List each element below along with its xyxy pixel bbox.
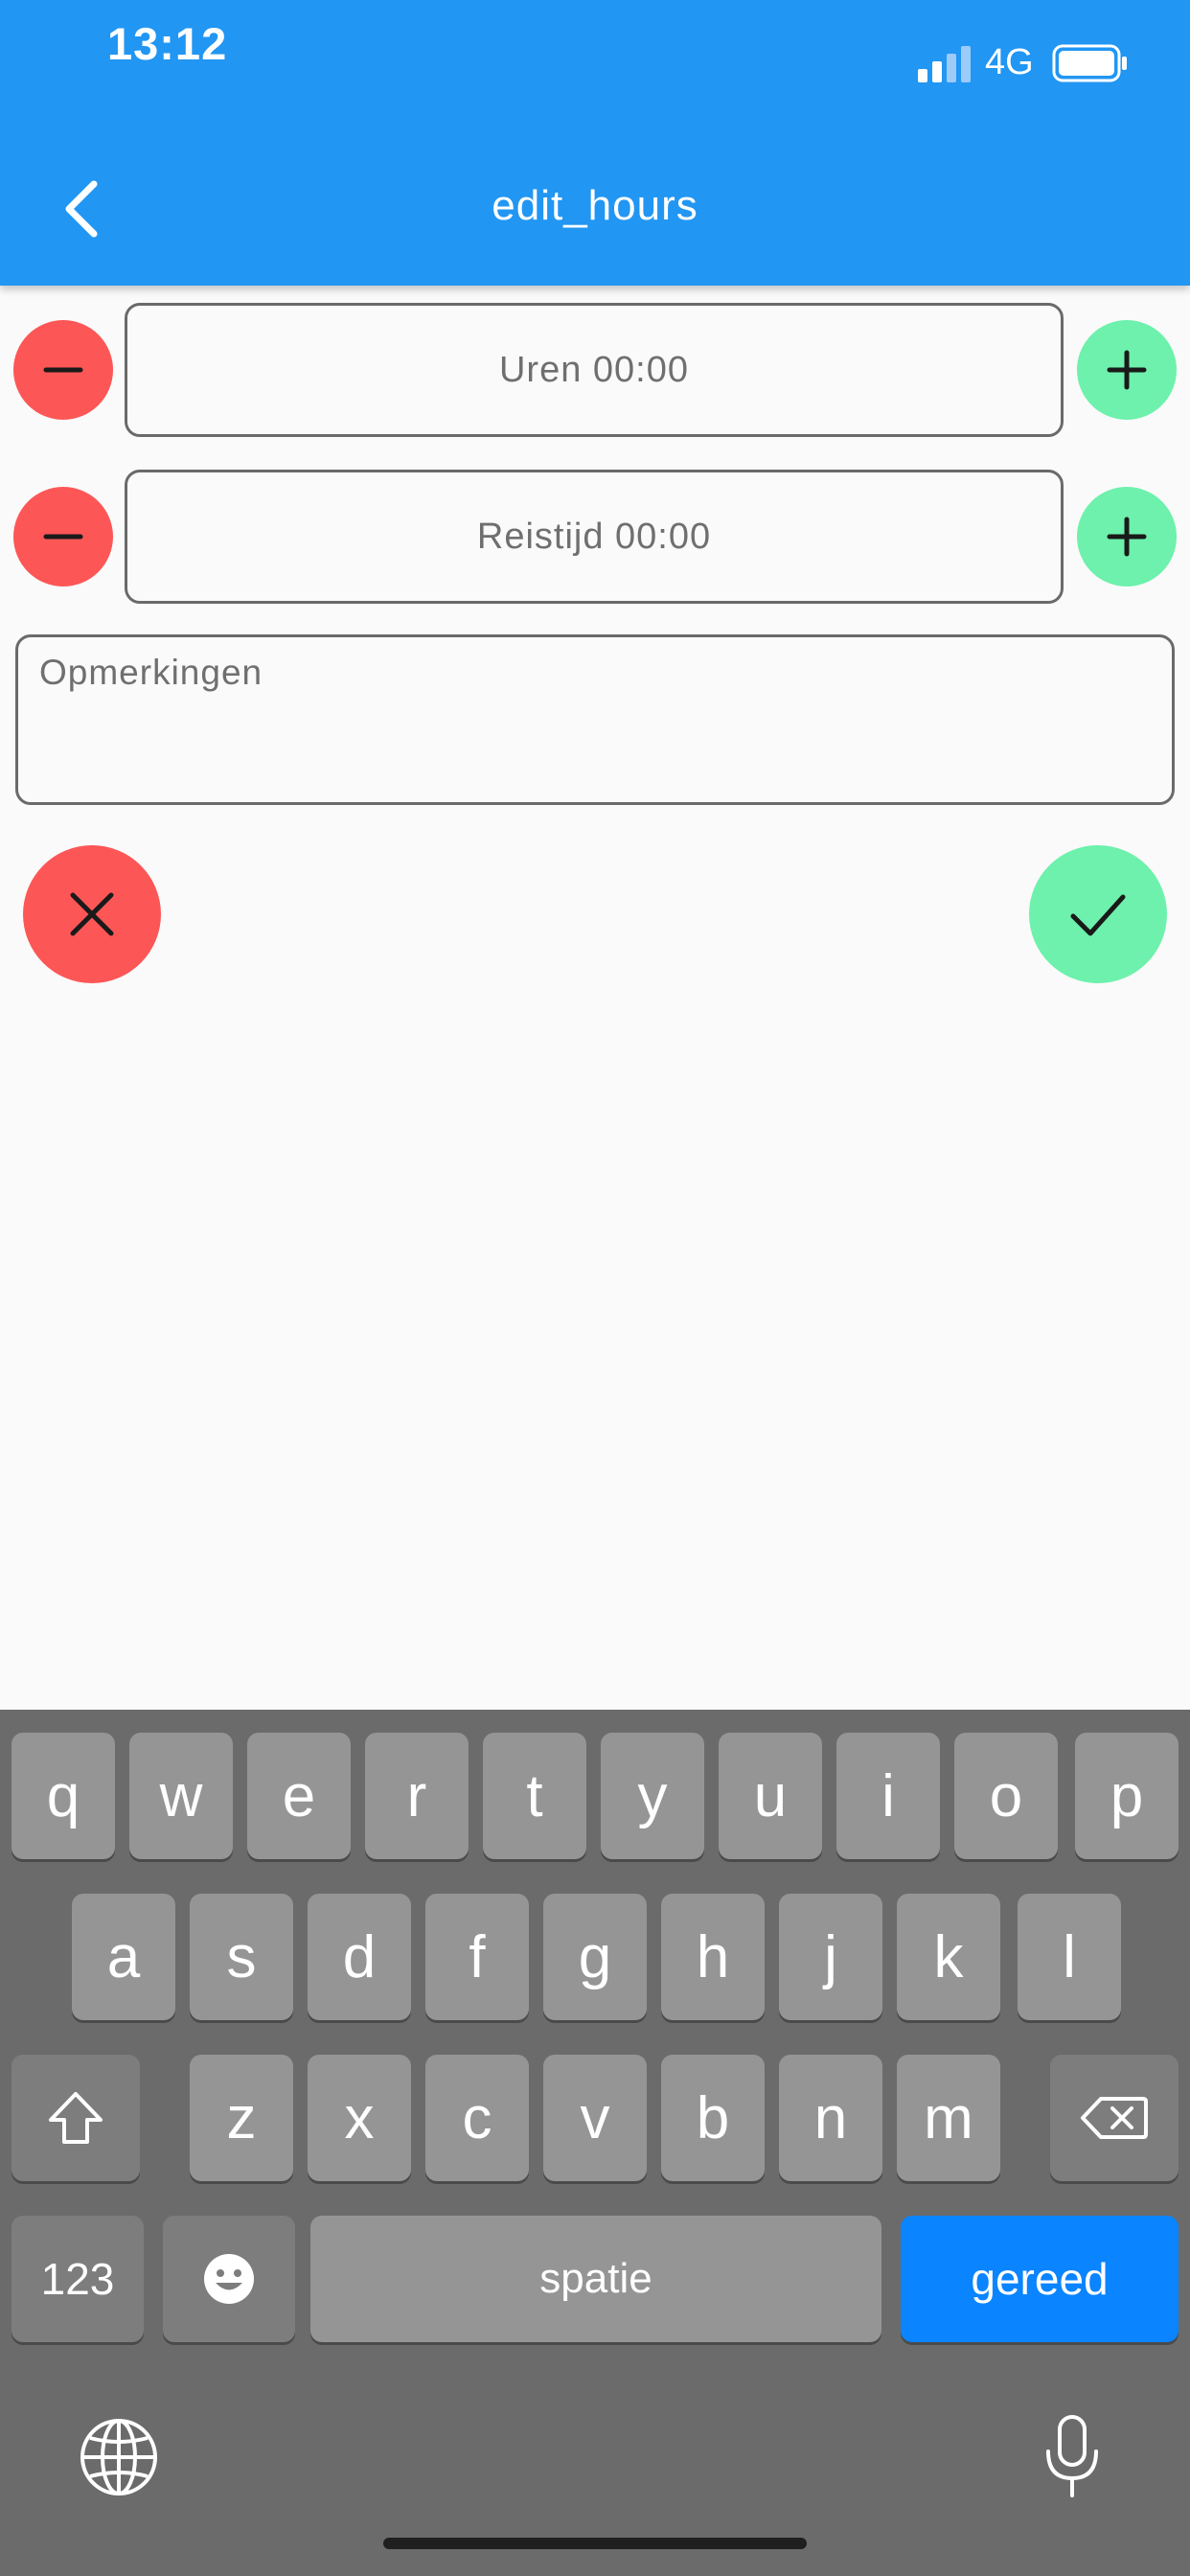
key-a[interactable]: a [72,1894,175,2020]
key-i[interactable]: i [836,1733,940,1859]
home-indicator[interactable] [383,2538,807,2549]
confirm-button[interactable] [1029,845,1167,983]
key-q[interactable]: q [11,1733,115,1859]
app-header: 13:12 4G edit_hours [0,0,1190,286]
key-u[interactable]: u [719,1733,822,1859]
minus-icon [43,534,83,540]
remarks-placeholder: Opmerkingen [39,653,263,692]
key-p[interactable]: p [1075,1733,1179,1859]
shift-key[interactable] [11,2055,140,2181]
cancel-button[interactable] [23,845,161,983]
plus-icon [1107,517,1147,557]
key-g[interactable]: g [543,1894,647,2020]
key-f[interactable]: f [425,1894,529,2020]
backspace-icon [1081,2097,1148,2139]
emoji-icon [204,2254,254,2304]
travel-time-input[interactable]: Reistijd 00:00 [125,470,1064,604]
microphone-icon[interactable] [1041,2413,1104,2499]
done-key[interactable]: gereed [901,2216,1179,2342]
travel-increment-button[interactable] [1077,487,1177,586]
key-n[interactable]: n [779,2055,882,2181]
key-z[interactable]: z [190,2055,293,2181]
network-type: 4G [985,42,1034,82]
numbers-key[interactable]: 123 [11,2216,144,2342]
hours-increment-button[interactable] [1077,320,1177,420]
battery-icon [1052,44,1127,82]
key-v[interactable]: v [543,2055,647,2181]
globe-icon[interactable] [79,2417,159,2497]
key-h[interactable]: h [661,1894,765,2020]
hours-decrement-button[interactable] [13,320,113,420]
plus-icon [1107,350,1147,390]
remarks-input[interactable]: Opmerkingen [15,634,1175,805]
backspace-key[interactable] [1050,2055,1179,2181]
key-j[interactable]: j [779,1894,882,2020]
travel-decrement-button[interactable] [13,487,113,586]
key-m[interactable]: m [897,2055,1000,2181]
key-e[interactable]: e [247,1733,351,1859]
screen: 13:12 4G edit_hours Uren 00:00 Reistijd … [0,0,1190,2576]
key-y[interactable]: y [601,1733,704,1859]
key-k[interactable]: k [897,1894,1000,2020]
checkmark-icon [1070,894,1126,936]
key-s[interactable]: s [190,1894,293,2020]
page-title: edit_hours [492,182,698,229]
signal-icon [918,46,971,82]
key-c[interactable]: c [425,2055,529,2181]
hours-input[interactable]: Uren 00:00 [125,303,1064,437]
key-w[interactable]: w [129,1733,233,1859]
emoji-key[interactable] [163,2216,295,2342]
shift-arrow-icon [49,2092,103,2144]
key-b[interactable]: b [661,2055,765,2181]
key-r[interactable]: r [365,1733,469,1859]
key-x[interactable]: x [308,2055,411,2181]
key-t[interactable]: t [483,1733,586,1859]
space-key[interactable]: spatie [310,2216,881,2342]
status-time: 13:12 [107,18,228,69]
key-d[interactable]: d [308,1894,411,2020]
key-o[interactable]: o [954,1733,1058,1859]
key-l[interactable]: l [1018,1894,1121,2020]
minus-icon [43,367,83,373]
close-icon [70,892,114,936]
